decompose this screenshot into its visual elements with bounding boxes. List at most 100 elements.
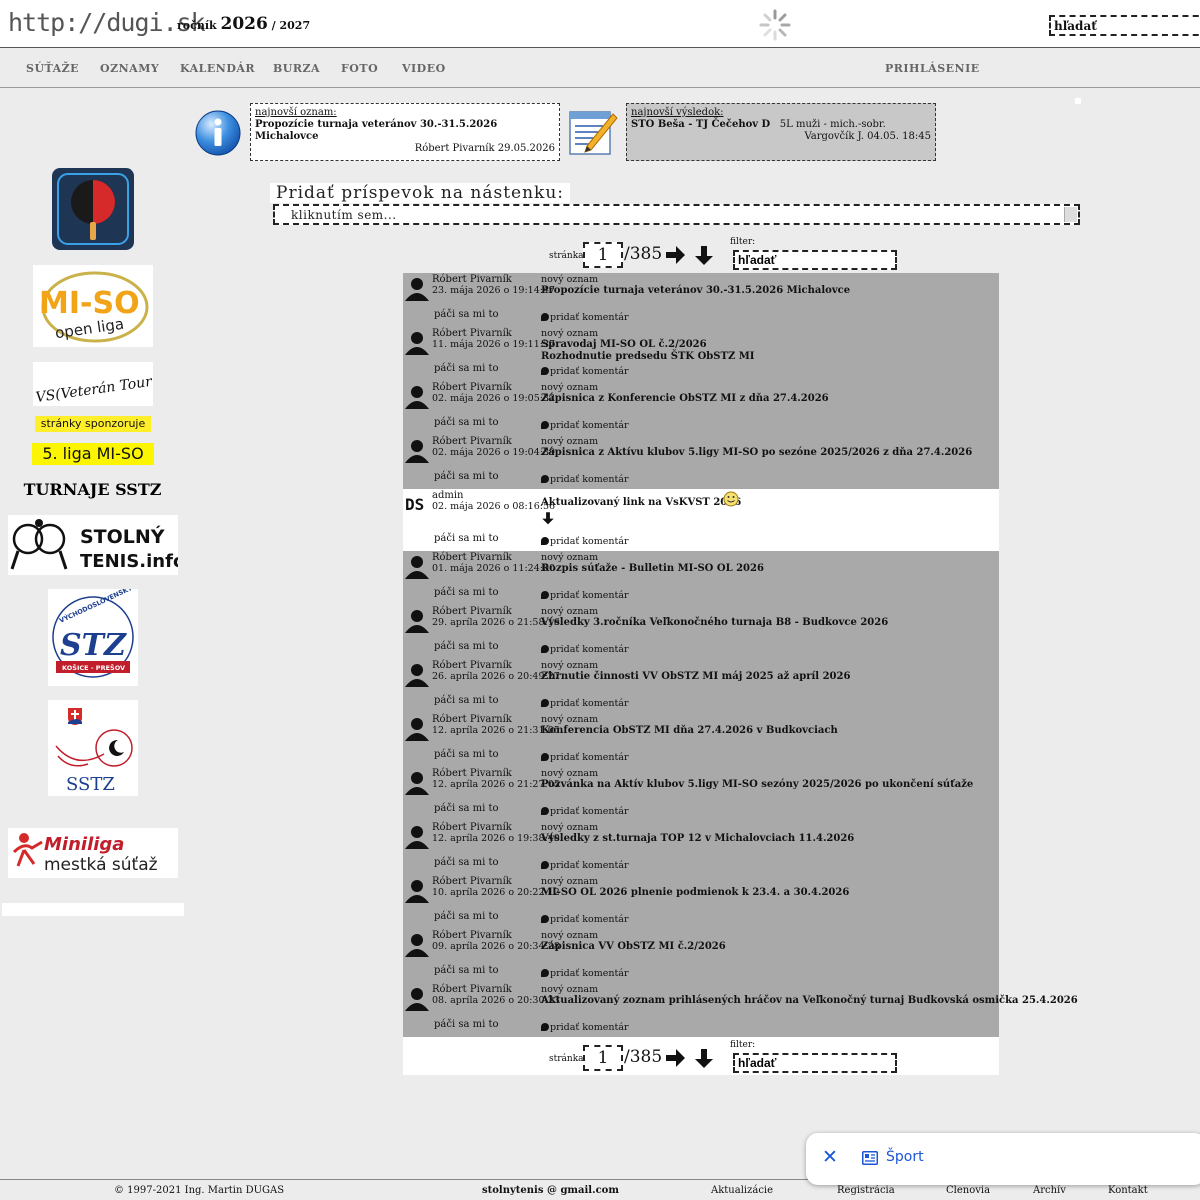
sponsor-league-badge[interactable]: 5. liga MI-SO (32, 443, 154, 465)
post-title[interactable]: Zhrnutie činnosti VV ObSTZ MI máj 2025 a… (541, 671, 997, 683)
like-button[interactable]: páči sa mi to (434, 363, 499, 374)
site-title[interactable]: http://dugi.sk (8, 8, 206, 37)
pingpong-app-logo[interactable] (52, 168, 134, 250)
post-author[interactable]: Róbert Pivarník (432, 822, 512, 833)
like-button[interactable]: páči sa mi to (434, 857, 499, 868)
latest-notice-title[interactable]: Propozície turnaja veteránov 30.-31.5.20… (255, 119, 555, 143)
post-title[interactable]: Výsledky z st.turnaja TOP 12 v Michalovc… (541, 833, 997, 845)
post-title[interactable]: Aktualizovaný zoznam prihlásených hráčov… (541, 995, 1078, 1007)
post-input[interactable]: kliknutím sem... (273, 204, 1080, 225)
post-title-line1[interactable]: Konferencia ObSTZ MI dňa 27.4.2026 v Bud… (541, 725, 997, 737)
post-author[interactable]: Róbert Pivarník (432, 382, 512, 393)
nav-item-kalendar[interactable]: KALENDÁR (180, 62, 255, 75)
page-number-input[interactable]: 1 (583, 242, 623, 268)
post-title-line1[interactable]: Propozície turnaja veteránov 30.-31.5.20… (541, 285, 997, 297)
add-comment-button[interactable]: pridať komentár (541, 590, 629, 601)
footer-link-updates[interactable]: Aktualizácie (711, 1185, 773, 1196)
post-author[interactable]: Róbert Pivarník (432, 768, 512, 779)
post-title-line1[interactable]: Zápisnica VV ObSTZ MI č.2/2026 (541, 941, 997, 953)
page-number-input[interactable]: 1 (583, 1045, 623, 1071)
post-author[interactable]: Róbert Pivarník (432, 552, 512, 563)
nav-item-sutaze[interactable]: SÚŤAŽE (26, 62, 79, 75)
next-page-arrow-icon[interactable] (664, 1047, 686, 1069)
nav-item-oznamy[interactable]: OZNAMY (100, 62, 159, 75)
like-button[interactable]: páči sa mi to (434, 471, 499, 482)
like-button[interactable]: páči sa mi to (434, 695, 499, 706)
like-button[interactable]: páči sa mi to (434, 965, 499, 976)
post-author[interactable]: Róbert Pivarník (432, 606, 512, 617)
last-page-arrow-icon[interactable] (693, 1047, 715, 1069)
add-comment-button[interactable]: pridať komentár (541, 1022, 629, 1033)
post-title-line1[interactable]: Zhrnutie činnosti VV ObSTZ MI máj 2025 a… (541, 671, 997, 683)
post-title-line2[interactable]: Rozhodnutie predsedu ŠTK ObSTZ MI (541, 351, 997, 363)
like-button[interactable]: páči sa mi to (434, 417, 499, 428)
miniliga-logo[interactable]: Miniliga mestká súťaž (8, 828, 178, 878)
post-title-line1[interactable]: Zápisnica z Konferencie ObSTZ MI z dňa 2… (541, 393, 997, 405)
stolnytenis-info-logo[interactable]: STOLNÝ TENIS.info (8, 515, 185, 575)
like-button[interactable]: páči sa mi to (434, 1019, 499, 1030)
post-title-line1[interactable]: Výsledky 3.ročníka Veľkonočného turnaja … (541, 617, 997, 629)
like-button[interactable]: páči sa mi to (434, 749, 499, 760)
post-title-line1[interactable]: Pozvánka na Aktív klubov 5.ligy MI-SO se… (541, 779, 997, 791)
season-current[interactable]: 2026 (220, 14, 267, 34)
add-comment-button[interactable]: pridať komentár (541, 806, 629, 817)
add-comment-button[interactable]: pridať komentár (541, 644, 629, 655)
post-author[interactable]: Róbert Pivarník (432, 984, 512, 995)
nav-item-burza[interactable]: BURZA (273, 62, 320, 75)
add-comment-button[interactable]: pridať komentár (541, 536, 629, 547)
footer-link-members[interactable]: Členovia (946, 1185, 990, 1196)
post-author[interactable]: Róbert Pivarník (432, 328, 512, 339)
post-title-line1[interactable]: MI-SO OL 2026 plnenie podmienok k 23.4. … (541, 887, 997, 899)
filter-search-input[interactable] (733, 1053, 897, 1073)
veteran-tour-logo[interactable]: VS(Veterán Tour (33, 362, 154, 406)
like-button[interactable]: páči sa mi to (434, 587, 499, 598)
post-author[interactable]: admin (432, 490, 463, 501)
add-comment-button[interactable]: pridať komentár (541, 752, 629, 763)
post-title[interactable]: Rozpis súťaže - Bulletin MI-SO OL 2026 (541, 563, 997, 575)
post-title[interactable]: Konferencia ObSTZ MI dňa 27.4.2026 v Bud… (541, 725, 997, 737)
post-title[interactable]: Výsledky 3.ročníka Veľkonočného turnaja … (541, 617, 997, 629)
like-button[interactable]: páči sa mi to (434, 309, 499, 320)
add-comment-button[interactable]: pridať komentár (541, 312, 629, 323)
tournaments-sstz-link[interactable]: TURNAJE SSTZ (10, 480, 175, 499)
footer-link-contact[interactable]: Kontakt (1108, 1185, 1148, 1196)
post-title[interactable]: Aktualizovaný link na VsKVST 2026 (541, 497, 997, 509)
sstz-logo[interactable]: SSTZ (48, 700, 138, 796)
resize-handle-icon[interactable] (1064, 207, 1077, 222)
filter-search-input[interactable] (733, 250, 897, 270)
latest-result-box[interactable]: najnovší výsledok: STO Beša - TJ Čečehov… (626, 103, 936, 161)
post-title-line1[interactable]: Aktualizovaný zoznam prihlásených hráčov… (541, 995, 1078, 1007)
vsstz-logo[interactable]: VÝCHODOSLOVENSKÝ STZ KOŠICE - PREŠOV (48, 583, 138, 686)
add-comment-button[interactable]: pridať komentár (541, 698, 629, 709)
post-title-line1[interactable]: Rozpis súťaže - Bulletin MI-SO OL 2026 (541, 563, 997, 575)
next-page-arrow-icon[interactable] (664, 244, 686, 266)
last-page-arrow-icon[interactable] (693, 244, 715, 266)
nav-item-foto[interactable]: FOTO (341, 62, 378, 75)
post-title[interactable]: Propozície turnaja veteránov 30.-31.5.20… (541, 285, 997, 297)
miso-open-liga-logo[interactable]: MI-SO open liga (33, 265, 153, 347)
close-icon[interactable]: ✕ (822, 1147, 838, 1167)
add-comment-button[interactable]: pridať komentár (541, 860, 629, 871)
news-toast[interactable]: ✕ Šport (806, 1133, 1200, 1185)
latest-result-title[interactable]: STO Beša - TJ Čečehov D (631, 119, 770, 130)
post-title-line1[interactable]: Výsledky z st.turnaja TOP 12 v Michalovc… (541, 833, 997, 845)
post-author[interactable]: Róbert Pivarník (432, 930, 512, 941)
post-title[interactable]: Pozvánka na Aktív klubov 5.ligy MI-SO se… (541, 779, 997, 791)
login-link[interactable]: PRIHLÁSENIE (885, 62, 980, 75)
contact-email-link[interactable]: stolnytenis @ gmail.com (482, 1185, 619, 1196)
post-title-line1[interactable]: Zápisnica z Aktívu klubov 5.ligy MI-SO p… (541, 447, 997, 459)
like-button[interactable]: páči sa mi to (434, 641, 499, 652)
post-author[interactable]: Róbert Pivarník (432, 660, 512, 671)
post-title[interactable]: Zápisnica z Aktívu klubov 5.ligy MI-SO p… (541, 447, 997, 459)
latest-notice-box[interactable]: najnovší oznam: Propozície turnaja veter… (250, 103, 560, 161)
like-button[interactable]: páči sa mi to (434, 533, 499, 544)
post-author[interactable]: Róbert Pivarník (432, 714, 512, 725)
post-title-line1[interactable]: Spravodaj MI-SO OL č.2/2026 (541, 339, 997, 351)
like-button[interactable]: páči sa mi to (434, 911, 499, 922)
post-title-line1[interactable]: Aktualizovaný link na VsKVST 2026 (541, 497, 997, 509)
footer-link-registration[interactable]: Registrácia (837, 1185, 895, 1196)
add-comment-button[interactable]: pridať komentár (541, 914, 629, 925)
post-author[interactable]: Róbert Pivarník (432, 436, 512, 447)
footer-link-archive[interactable]: Archív (1033, 1185, 1066, 1196)
add-comment-button[interactable]: pridať komentár (541, 474, 629, 485)
